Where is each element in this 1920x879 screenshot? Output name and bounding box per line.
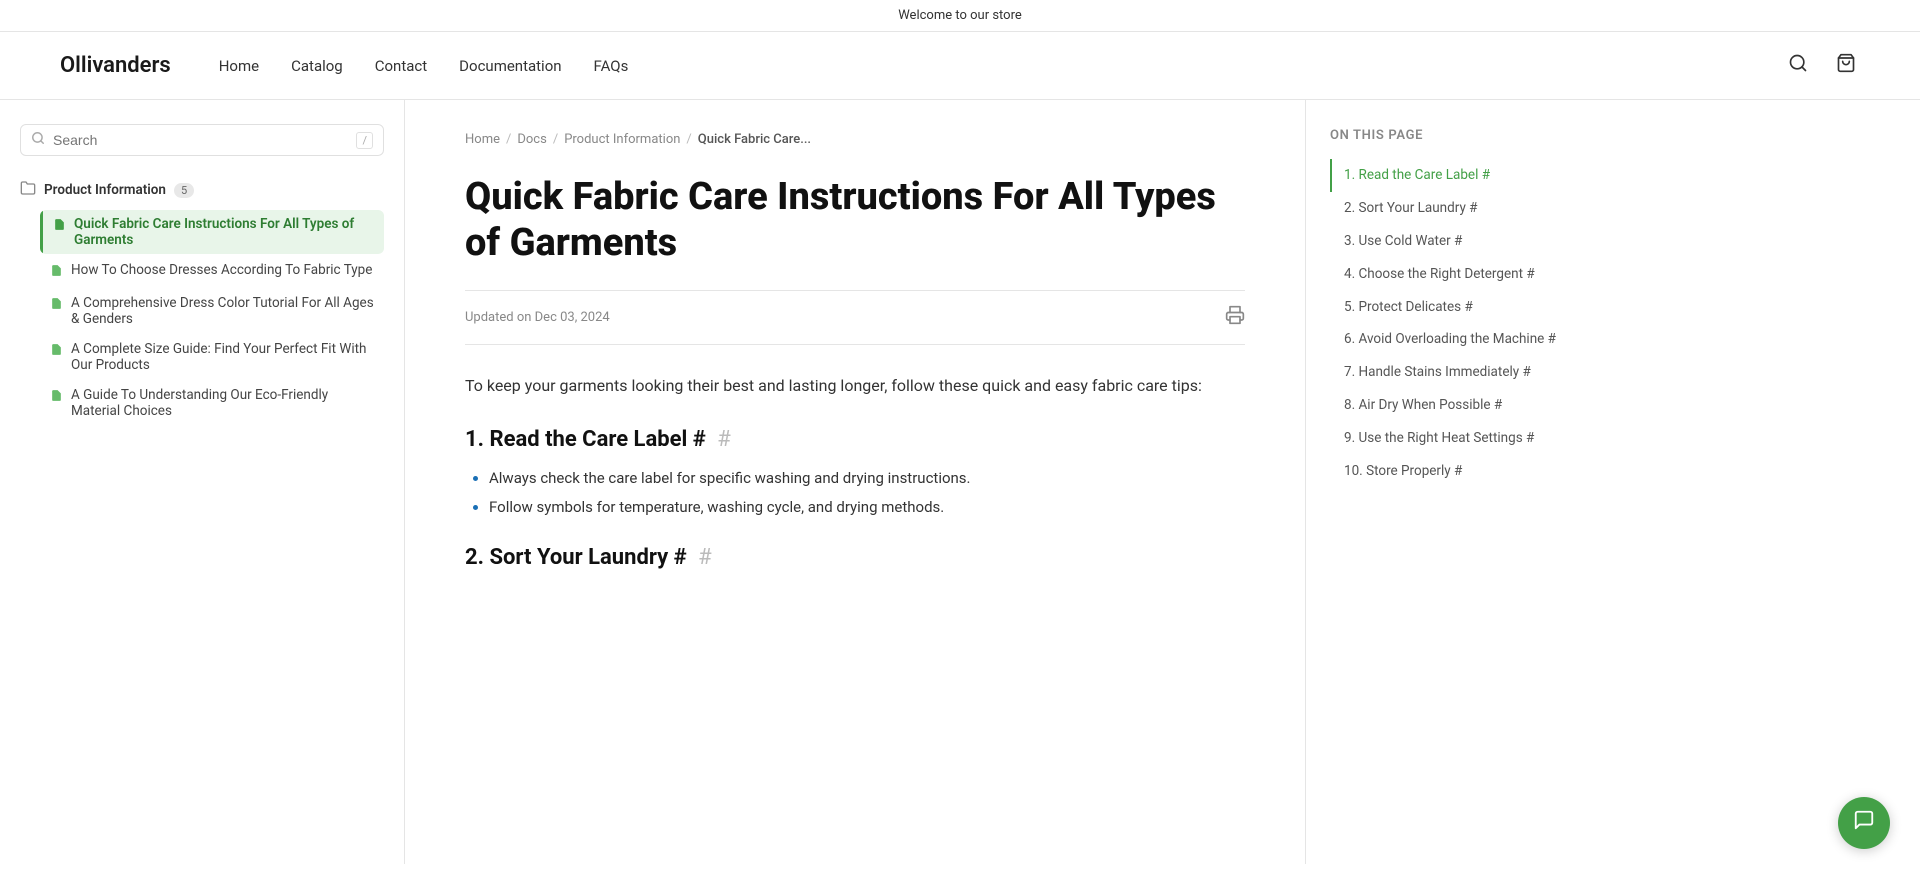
article-intro: To keep your garments looking their best…	[465, 373, 1245, 399]
logo[interactable]: Ollivanders	[60, 53, 171, 78]
sidebar: / Product Information 5	[0, 100, 405, 864]
content-area: Home / Docs / Product Information / Quic…	[405, 100, 1305, 864]
breadcrumb-docs[interactable]: Docs	[517, 132, 546, 147]
toc-item-7[interactable]: 8. Air Dry When Possible #	[1330, 389, 1561, 422]
list-item-0-1: Follow symbols for temperature, washing …	[489, 495, 1245, 521]
toc-sidebar: On this Page 1. Read the Care Label # 2.…	[1305, 100, 1585, 864]
sidebar-item-label-1: How To Choose Dresses According To Fabri…	[71, 262, 372, 278]
sidebar-section-header: Product Information 5	[20, 180, 384, 200]
search-input[interactable]	[53, 132, 348, 148]
doc-icon-3	[50, 343, 63, 360]
toc-title: On this Page	[1330, 128, 1561, 143]
doc-icon-4	[50, 389, 63, 406]
doc-icon-2	[50, 297, 63, 314]
print-button[interactable]	[1225, 305, 1245, 330]
toc-item-4[interactable]: 5. Protect Delicates #	[1330, 291, 1561, 324]
toc-item-0[interactable]: 1. Read the Care Label #	[1330, 159, 1561, 192]
section-list-0: Always check the care label for specific…	[465, 466, 1245, 521]
nav-catalog[interactable]: Catalog	[291, 57, 343, 75]
toc-list: 1. Read the Care Label # 2. Sort Your La…	[1330, 159, 1561, 488]
sidebar-item-3[interactable]: A Complete Size Guide: Find Your Perfect…	[40, 335, 384, 379]
toc-item-8[interactable]: 9. Use the Right Heat Settings #	[1330, 422, 1561, 455]
sidebar-item-1[interactable]: How To Choose Dresses According To Fabri…	[40, 256, 384, 287]
search-shortcut: /	[356, 132, 373, 149]
toc-item-5[interactable]: 6. Avoid Overloading the Machine #	[1330, 323, 1561, 356]
header-icons	[1784, 49, 1860, 82]
section-heading-1: 2. Sort Your Laundry # #	[465, 545, 1245, 570]
section-heading-0: 1. Read the Care Label # #	[465, 427, 1245, 452]
sidebar-section-title: Product Information	[44, 182, 166, 198]
doc-icon-0	[53, 218, 66, 235]
nav-faqs[interactable]: FAQs	[594, 57, 629, 75]
sidebar-section-badge: 5	[174, 183, 194, 198]
sidebar-item-0[interactable]: Quick Fabric Care Instructions For All T…	[43, 210, 384, 254]
banner-text: Welcome to our store	[898, 8, 1022, 23]
nav-documentation[interactable]: Documentation	[459, 57, 561, 75]
list-item-text-0-0: Always check the care label for specific…	[489, 469, 971, 487]
breadcrumb-product-info[interactable]: Product Information	[564, 132, 680, 147]
chat-bubble-icon	[1853, 809, 1875, 837]
sidebar-item-label-0: Quick Fabric Care Instructions For All T…	[74, 216, 374, 248]
breadcrumb-current: Quick Fabric Care...	[698, 132, 811, 147]
doc-icon-1	[50, 264, 63, 281]
section-heading-text-1: 2. Sort Your Laundry #	[465, 545, 687, 570]
breadcrumb-sep-2: /	[686, 132, 691, 147]
article-date: Updated on Dec 03, 2024	[465, 310, 610, 325]
nav-home[interactable]: Home	[219, 57, 259, 75]
breadcrumb: Home / Docs / Product Information / Quic…	[465, 132, 1245, 147]
search-icon	[31, 131, 45, 149]
search-icon-button[interactable]	[1784, 49, 1812, 82]
sidebar-item-active-wrapper: Quick Fabric Care Instructions For All T…	[40, 210, 384, 254]
main-nav: Home Catalog Contact Documentation FAQs	[219, 57, 1784, 75]
search-box[interactable]: /	[20, 124, 384, 156]
sidebar-item-label-3: A Complete Size Guide: Find Your Perfect…	[71, 341, 374, 373]
nav-contact[interactable]: Contact	[375, 57, 427, 75]
main-layout: / Product Information 5	[0, 100, 1920, 864]
toc-item-6[interactable]: 7. Handle Stains Immediately #	[1330, 356, 1561, 389]
chat-bubble-button[interactable]	[1838, 797, 1890, 849]
toc-item-2[interactable]: 3. Use Cold Water #	[1330, 225, 1561, 258]
cart-icon-button[interactable]	[1832, 49, 1860, 82]
list-item-text-0-1: Follow symbols for temperature, washing …	[489, 498, 944, 516]
breadcrumb-home[interactable]: Home	[465, 132, 500, 147]
toc-item-9[interactable]: 10. Store Properly #	[1330, 455, 1561, 488]
sidebar-items: Quick Fabric Care Instructions For All T…	[20, 210, 384, 425]
section-heading-hash-1[interactable]: #	[698, 545, 712, 570]
breadcrumb-sep-0: /	[506, 132, 511, 147]
list-item-0-0: Always check the care label for specific…	[489, 466, 1245, 492]
sidebar-item-2[interactable]: A Comprehensive Dress Color Tutorial For…	[40, 289, 384, 333]
sidebar-item-label-2: A Comprehensive Dress Color Tutorial For…	[71, 295, 374, 327]
header: Ollivanders Home Catalog Contact Documen…	[0, 32, 1920, 100]
section-heading-hash-0[interactable]: #	[717, 427, 731, 452]
article-title: Quick Fabric Care Instructions For All T…	[465, 175, 1245, 266]
top-banner: Welcome to our store	[0, 0, 1920, 32]
folder-icon	[20, 180, 36, 200]
breadcrumb-sep-1: /	[553, 132, 558, 147]
article-meta: Updated on Dec 03, 2024	[465, 290, 1245, 345]
toc-item-3[interactable]: 4. Choose the Right Detergent #	[1330, 258, 1561, 291]
sidebar-item-label-4: A Guide To Understanding Our Eco-Friendl…	[71, 387, 374, 419]
section-heading-text-0: 1. Read the Care Label #	[465, 427, 706, 452]
toc-item-1[interactable]: 2. Sort Your Laundry #	[1330, 192, 1561, 225]
sidebar-item-4[interactable]: A Guide To Understanding Our Eco-Friendl…	[40, 381, 384, 425]
